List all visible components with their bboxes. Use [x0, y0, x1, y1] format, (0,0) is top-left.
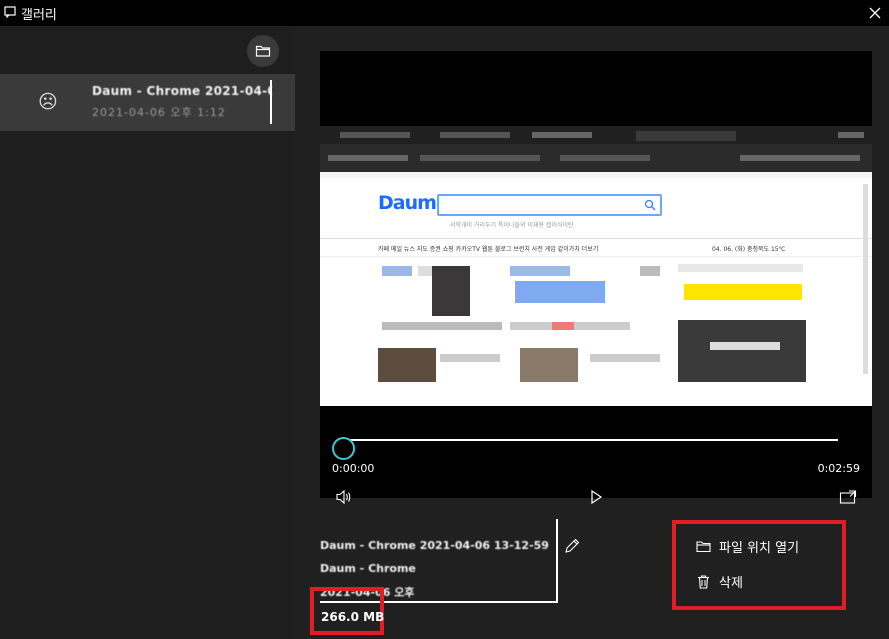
clip-name: Daum - Chrome 2021-04-06...	[92, 84, 272, 98]
video-scrollbar	[863, 184, 868, 374]
file-app: Daum - Chrome	[320, 562, 416, 575]
daum-search-hint: 서학개미 거리두기 특이나들의 이재용 접이식이탄	[450, 222, 574, 229]
video-player[interactable]: Daum 서학개미 거리두기 특이나들의 이재용 접이식이탄 카페 메일 뉴스 …	[320, 51, 872, 505]
folder-icon	[255, 45, 271, 57]
main-panel: Daum 서학개미 거리두기 특이나들의 이재용 접이식이탄 카페 메일 뉴스 …	[295, 26, 889, 639]
browser-address-bar	[320, 144, 872, 172]
rename-button[interactable]	[563, 537, 583, 557]
open-folder-button[interactable]	[247, 35, 279, 67]
browser-tab-bar	[320, 126, 872, 144]
play-icon	[591, 489, 603, 505]
progress-knob[interactable]	[332, 437, 355, 460]
delete-button[interactable]: 삭제	[696, 570, 743, 592]
daum-logo: Daum	[378, 192, 437, 214]
video-frame: Daum 서학개미 거리두기 특이나들의 이재용 접이식이탄 카페 메일 뉴스 …	[320, 126, 872, 456]
trash-icon	[698, 574, 709, 589]
close-icon[interactable]	[865, 3, 885, 23]
sidebar-item-clip[interactable]: ☹ Daum - Chrome 2021-04-06... 2021-04-06…	[0, 74, 295, 131]
open-location-button[interactable]: 파일 위치 열기	[696, 535, 799, 557]
text-cursor	[270, 80, 272, 124]
folder-icon	[696, 540, 711, 552]
highlight-box	[672, 520, 846, 610]
title-bar: 갤러리	[0, 0, 889, 26]
sad-face-icon: ☹	[38, 91, 58, 113]
file-name: Daum - Chrome 2021-04-06 13-12-59	[320, 539, 549, 552]
daum-search-box	[437, 194, 662, 216]
play-button[interactable]	[586, 487, 606, 507]
clip-date: 2021-04-06 오후 1:12	[92, 106, 226, 119]
daum-nav: 카페 메일 뉴스 지도 증권 쇼핑 카카오TV 웹툰 블로그 브런치 사전 게임…	[378, 246, 599, 253]
daum-weather: 04. 06. (화) 충청북도 15℃	[712, 246, 786, 253]
pencil-icon	[565, 538, 580, 553]
divider	[556, 519, 558, 603]
window-title: 갤러리	[21, 8, 57, 23]
progress-track[interactable]	[343, 439, 838, 441]
sidebar: ☹ Daum - Chrome 2021-04-06... 2021-04-06…	[0, 26, 295, 639]
delete-label: 삭제	[719, 575, 743, 591]
file-size: 266.0 MB	[321, 610, 385, 624]
popout-icon	[839, 490, 857, 504]
open-location-label: 파일 위치 열기	[719, 540, 800, 556]
gallery-icon	[4, 6, 16, 18]
time-end: 0:02:59	[817, 462, 860, 475]
volume-button[interactable]	[334, 487, 354, 507]
time-start: 0:00:00	[332, 462, 375, 475]
volume-icon	[336, 489, 351, 505]
search-icon	[644, 199, 656, 211]
popout-button[interactable]	[838, 487, 858, 507]
